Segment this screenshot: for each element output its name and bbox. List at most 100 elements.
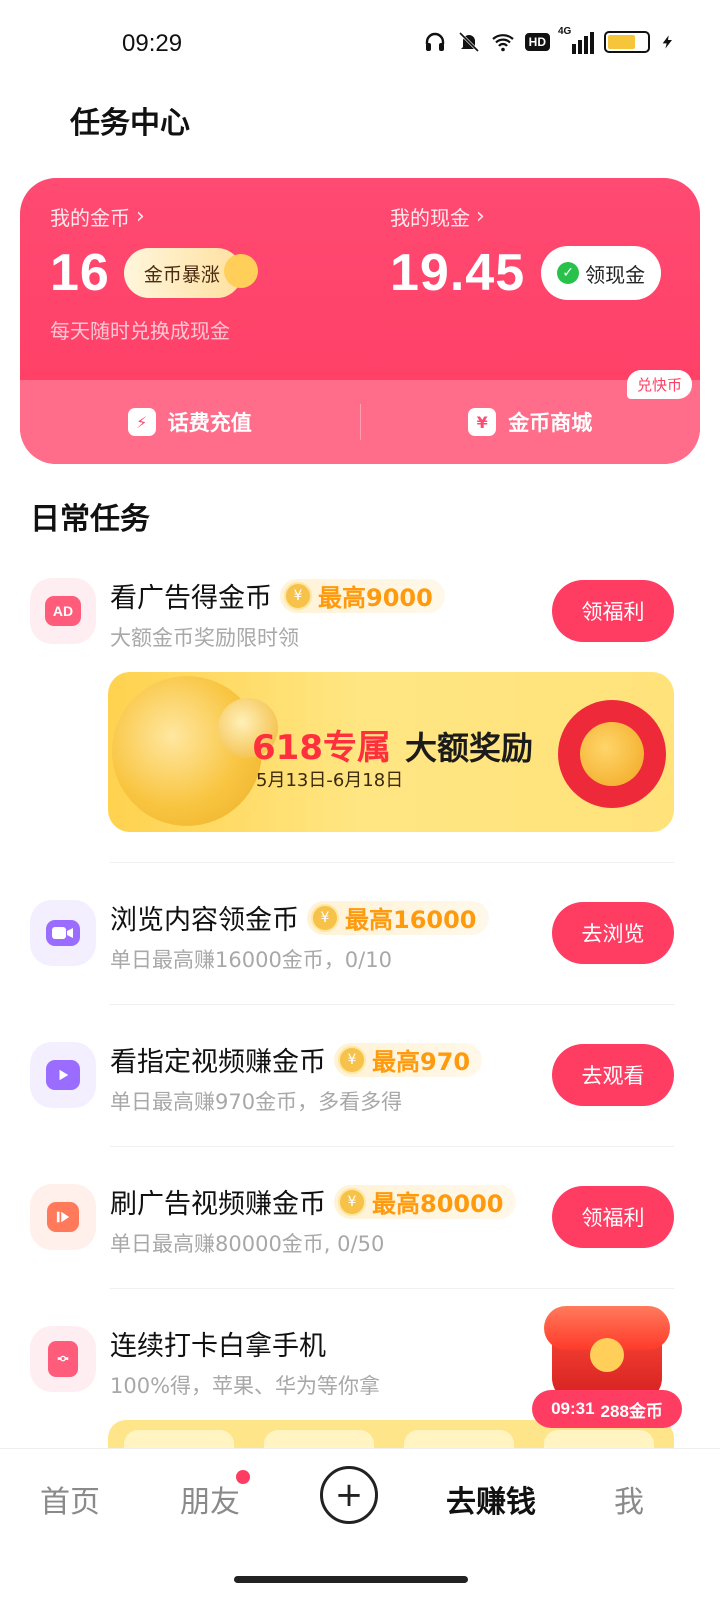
divider [110, 1288, 674, 1289]
phone-recharge-button[interactable]: ⚡ 话费充值 [20, 407, 360, 437]
coin-icon: ¥ [338, 1187, 366, 1216]
wallet-card: 我的金币 › 16 金币暴涨 每天随时兑换成现金 我的现金 › 19.45 ✓ [20, 178, 700, 464]
divider [110, 862, 674, 863]
status-bar: 09:29 HD 4G [0, 0, 720, 92]
reward-badge: ¥ 最高16000 [307, 900, 489, 935]
play-icon [30, 1042, 96, 1108]
task-subtitle: 单日最高赚970金币，多看多得 [110, 1090, 403, 1114]
promo-date: 5月13日-6月18日 [256, 770, 404, 791]
chevron-right-icon: › [476, 204, 485, 229]
cash-value-row: 19.45 ✓ 领现金 [390, 243, 662, 303]
signal-icon: 4G [558, 26, 594, 54]
task-item: AD 看广告得金币 ¥ 最高9000 大额金币奖励限时领 领福利 [0, 574, 720, 664]
reward-badge: ¥ 最高9000 [280, 578, 445, 613]
add-button[interactable]: + [320, 1466, 378, 1524]
red-coin-ring-icon [558, 700, 666, 808]
nav-friends[interactable]: 朋友 [180, 1477, 240, 1521]
task-subtitle: 100%得，苹果、华为等你拿 [110, 1374, 381, 1398]
status-icons: HD 4G [423, 26, 676, 54]
task-title: 看广告得金币 [110, 583, 272, 614]
ticket-icon: ¥ [468, 408, 497, 436]
coin-boom-label: 金币暴涨 [143, 263, 220, 286]
reward-text: 最高16000 [345, 906, 477, 934]
task-title: 看指定视频赚金币 [110, 1047, 326, 1078]
task-title-row: 看指定视频赚金币 ¥ 最高970 [110, 1040, 483, 1079]
withdraw-cash-button[interactable]: ✓ 领现金 [541, 246, 662, 300]
coin-icon: ¥ [338, 1045, 366, 1074]
nav-earn[interactable]: 去赚钱 [446, 1477, 536, 1521]
divider [110, 1004, 674, 1005]
chevron-right-icon: › [136, 204, 145, 229]
wechat-check-icon: ✓ [557, 262, 580, 284]
task-item: 看指定视频赚金币 ¥ 最高970 单日最高赚970金币，多看多得 去观看 [0, 1038, 720, 1128]
task-subtitle: 单日最高赚16000金币，0/10 [110, 948, 392, 972]
charging-icon [662, 35, 672, 49]
claim-benefit-button[interactable]: 领福利 [552, 1186, 674, 1248]
chest-coins: 288金币 [600, 1401, 663, 1421]
browse-button[interactable]: 去浏览 [552, 902, 674, 964]
reward-badge: ¥ 最高80000 [334, 1184, 516, 1219]
kuaibi-badge: 兑快币 [626, 370, 692, 399]
phone-recharge-label: 话费充值 [167, 411, 252, 435]
task-title-row: 连续打卡白拿手机 [110, 1324, 326, 1363]
reward-text: 最高80000 [372, 1190, 504, 1218]
coin-icon: ¥ [311, 903, 339, 932]
task-item: 刷广告视频赚金币 ¥ 最高80000 单日最高赚80000金币, 0/50 领福… [0, 1180, 720, 1270]
home-indicator[interactable] [234, 1576, 468, 1583]
reward-badge: ¥ 最高970 [334, 1042, 483, 1077]
cash-label: 我的现金 [390, 206, 470, 230]
wallet-actions: ⚡ 话费充值 ¥ 金币商城 [20, 380, 700, 464]
coins-subtitle: 每天随时兑换成现金 [50, 319, 230, 343]
nav-home[interactable]: 首页 [40, 1477, 100, 1521]
coin-icon [590, 1338, 624, 1372]
coin-mall-label: 金币商城 [508, 411, 593, 435]
watch-button[interactable]: 去观看 [552, 1044, 674, 1106]
wifi-icon [491, 34, 514, 52]
hd-icon: HD [524, 33, 550, 51]
task-title-row: 浏览内容领金币 ¥ 最高16000 [110, 898, 489, 937]
lightning-icon: ⚡ [127, 408, 156, 436]
coin-icon: ¥ [284, 581, 312, 610]
task-item: 浏览内容领金币 ¥ 最高16000 单日最高赚16000金币，0/10 去浏览 [0, 896, 720, 986]
promo-title-red: 618专属 [252, 728, 391, 768]
task-subtitle: 单日最高赚80000金币, 0/50 [110, 1232, 385, 1256]
video-play-icon [30, 1184, 96, 1250]
task-title: 浏览内容领金币 [110, 905, 299, 936]
withdraw-cash-label: 领现金 [585, 262, 646, 287]
cash-panel[interactable]: 我的现金 › 19.45 ✓ 领现金 [390, 202, 662, 303]
cell-type-label: 4G [558, 26, 572, 37]
task-title: 刷广告视频赚金币 [110, 1189, 326, 1220]
daily-tasks-title: 日常任务 [30, 502, 150, 537]
reward-text: 最高970 [372, 1048, 471, 1076]
coins-value-row: 16 金币暴涨 [50, 243, 258, 303]
divider [110, 1146, 674, 1147]
coins-label-row[interactable]: 我的金币 › [50, 202, 242, 231]
reward-text: 最高9000 [318, 584, 433, 612]
promo-title: 618专属 大额奖励 [252, 720, 533, 769]
task-subtitle: 大额金币奖励限时领 [110, 626, 299, 650]
promo-title-black: 大额奖励 [404, 729, 533, 767]
video-camera-icon [30, 900, 96, 966]
page-title: 任务中心 [70, 106, 190, 141]
coins-label: 我的金币 [50, 206, 130, 230]
status-time: 09:29 [122, 30, 183, 57]
nav-me[interactable]: 我 [614, 1477, 644, 1521]
cash-value: 19.45 [390, 244, 526, 302]
cash-label-row[interactable]: 我的现金 › [390, 202, 661, 231]
headphones-icon [425, 32, 444, 51]
coin-mall-button[interactable]: ¥ 金币商城 [361, 407, 701, 437]
chest-timer: 09:31 [551, 1399, 595, 1418]
claim-benefit-button[interactable]: 领福利 [552, 580, 674, 642]
promo-banner-618[interactable]: 618专属 大额奖励 5月13日-6月18日 [108, 672, 674, 832]
coin-boom-button[interactable]: 金币暴涨 [123, 248, 258, 298]
task-title-row: 看广告得金币 ¥ 最高9000 [110, 576, 445, 615]
arrow-up-icon [223, 254, 258, 288]
phone-gift-icon [30, 1326, 96, 1392]
ad-icon: AD [30, 578, 96, 644]
battery-icon [604, 31, 650, 53]
wallet-summary: 我的金币 › 16 金币暴涨 每天随时兑换成现金 我的现金 › 19.45 ✓ [20, 178, 700, 380]
notification-dot [236, 1470, 250, 1484]
chest-timer-badge[interactable]: 09:31 288金币 [532, 1390, 682, 1428]
mute-icon [458, 31, 479, 53]
coins-panel[interactable]: 我的金币 › 16 金币暴涨 每天随时兑换成现金 [50, 202, 258, 344]
